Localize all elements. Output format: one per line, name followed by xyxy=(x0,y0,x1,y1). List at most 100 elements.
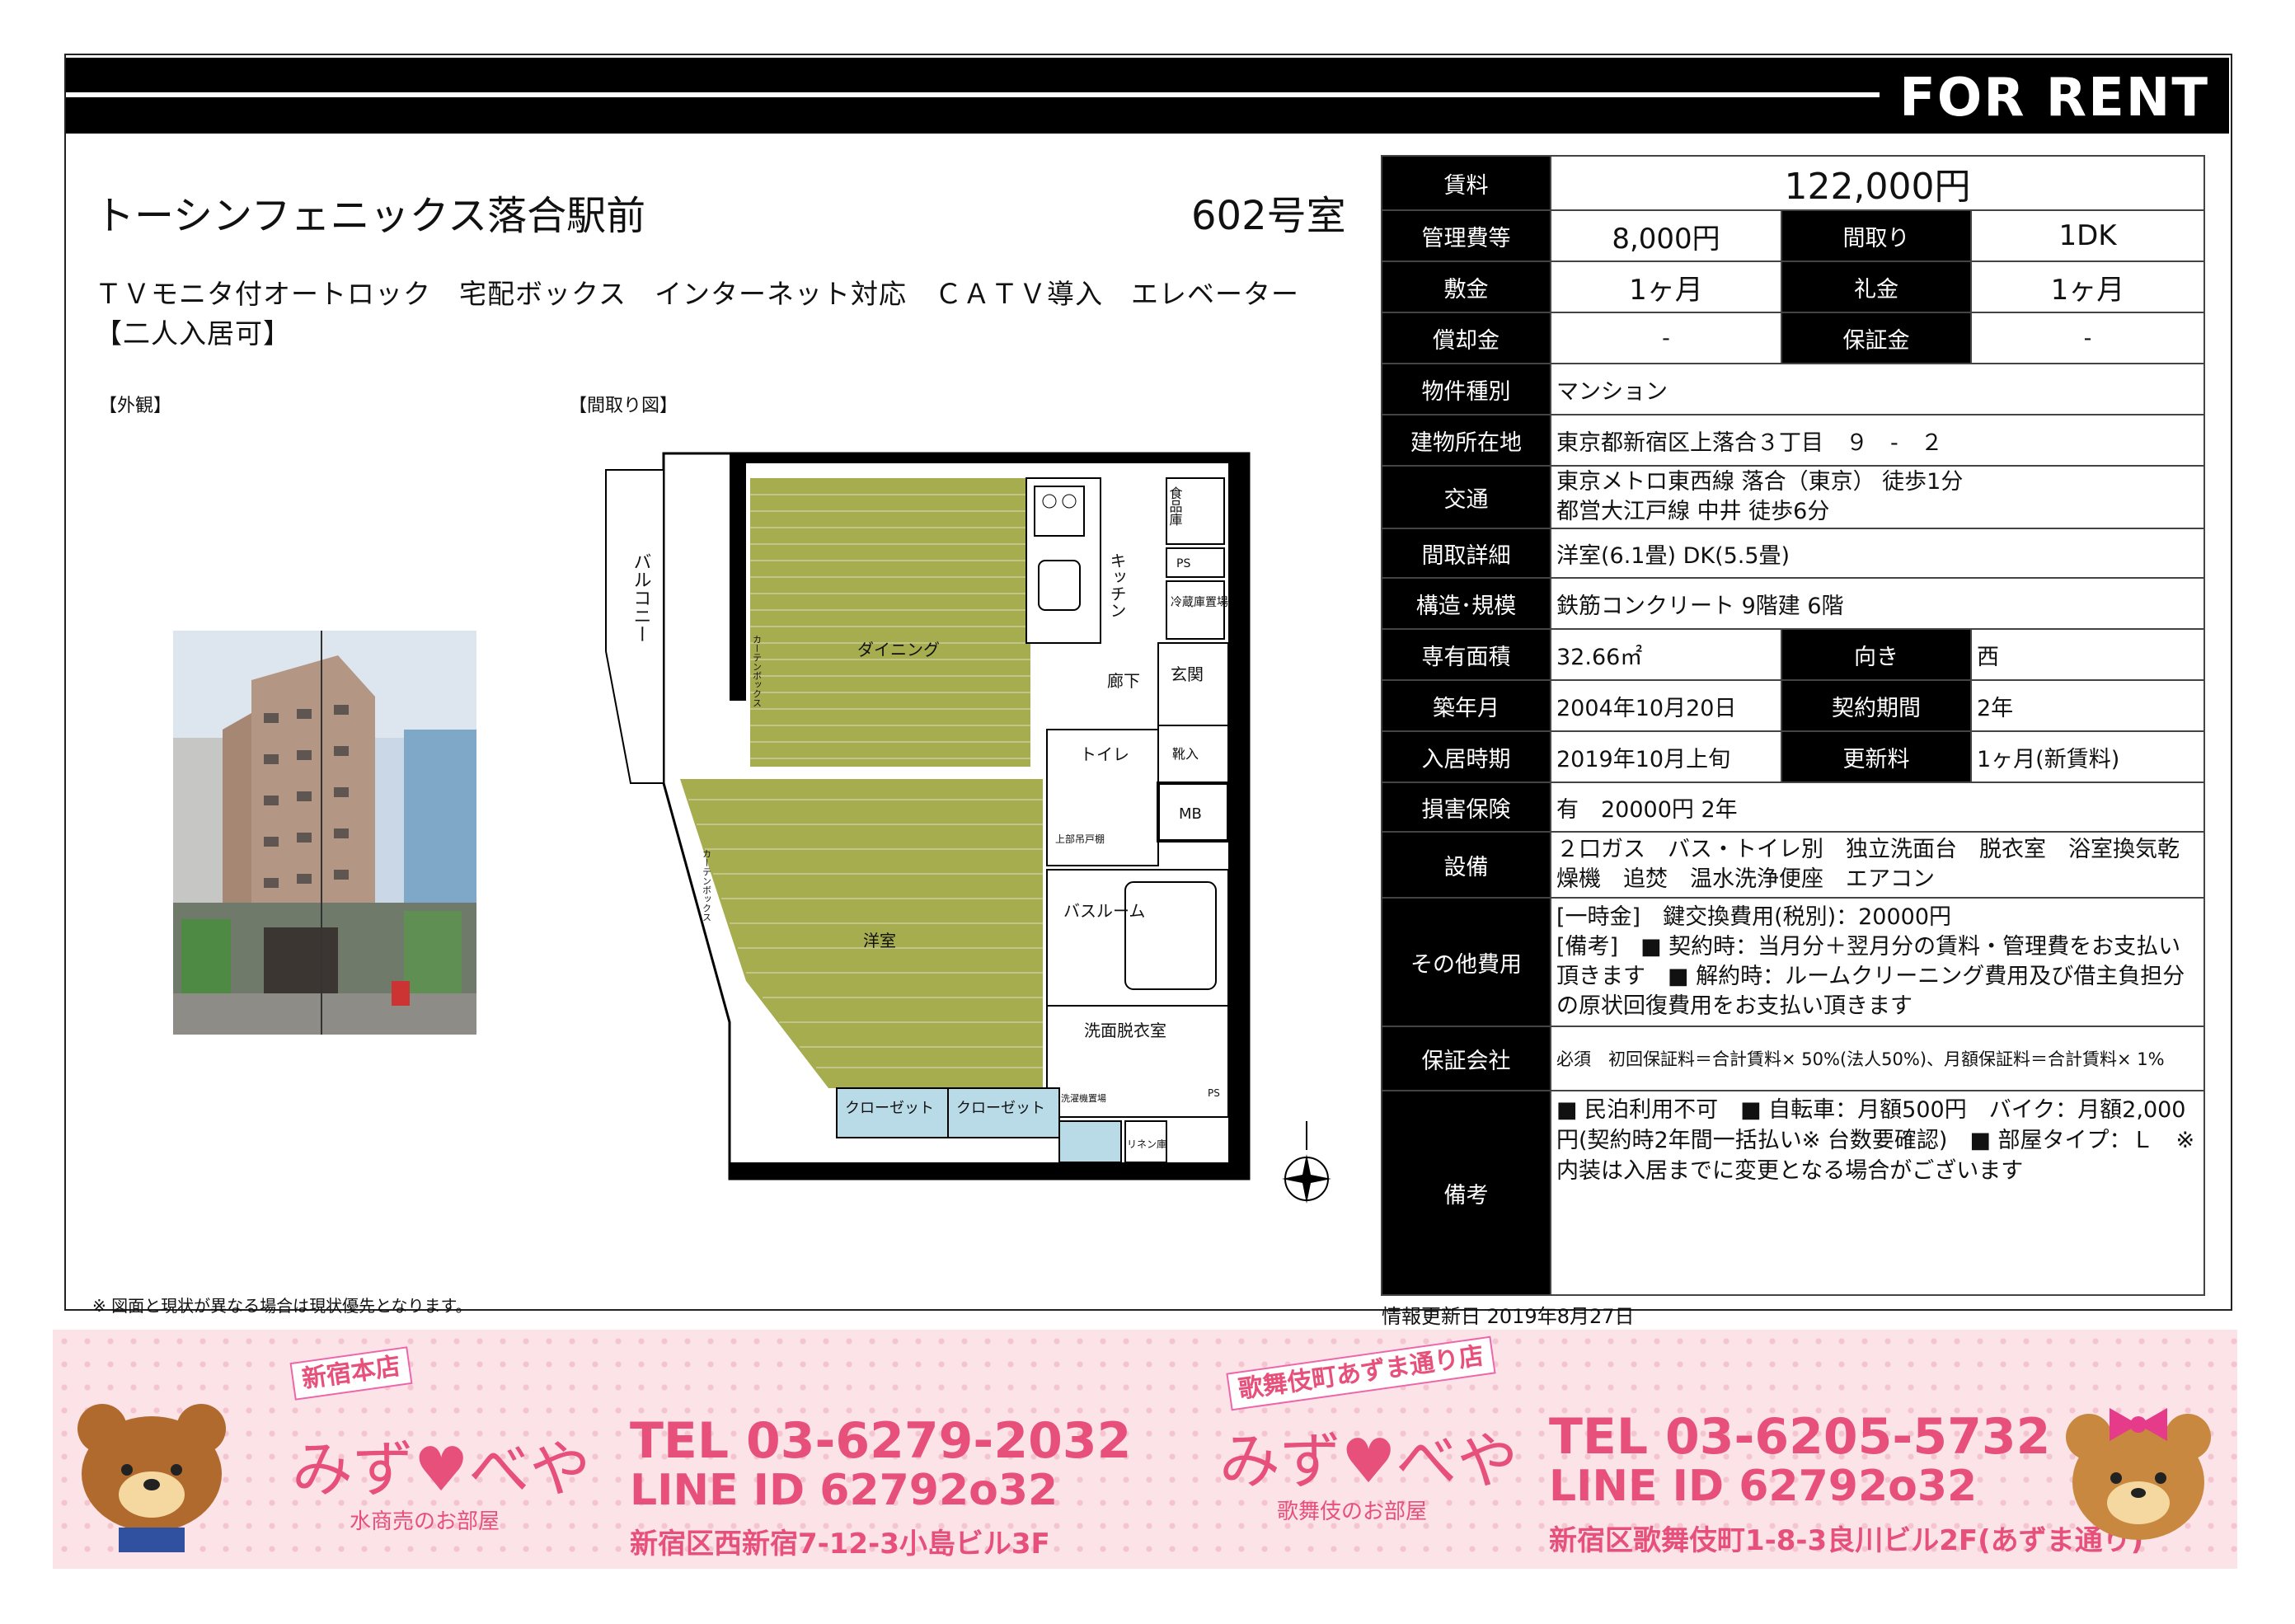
layout-value: 1DK xyxy=(1970,209,2205,262)
insurance-value: 有 20000円 2年 xyxy=(1550,781,2205,833)
amortization-value: - xyxy=(1550,312,1782,364)
structure-label: 構造･規模 xyxy=(1381,577,1551,630)
transit-line-2: 都営大江戸線 中井 徒歩6分 xyxy=(1556,499,1830,524)
mgmt-value: 8,000円 xyxy=(1550,209,1782,262)
features-line-1: ＴＶモニタ付オートロック 宅配ボックス インターネット対応 ＣＡＴＶ導入 エレベ… xyxy=(95,278,1300,310)
movein-label: 入居時期 xyxy=(1381,730,1551,783)
label-entrance: 玄関 xyxy=(1171,664,1204,684)
type-value: マンション xyxy=(1550,363,2205,415)
facing-label: 向き xyxy=(1781,628,1972,681)
shop-1-tag: 新宿本店 xyxy=(289,1346,413,1401)
label-linen: リネン庫 xyxy=(1127,1138,1166,1150)
label-shoes: 靴入 xyxy=(1172,746,1199,762)
other-fees-line-2: [備考] ■ 契約時：当月分＋翌月分の賃料・管理費をお支払い頂きます ■ 解約時… xyxy=(1556,934,2185,1019)
features-line-2: 【二人入居可】 xyxy=(95,317,291,350)
label-pantry: 食品庫 xyxy=(1167,486,1183,526)
disclaimer-note: ※ 図面と現状が異なる場合は現状優先となります。 xyxy=(92,1296,472,1316)
layout-label: 間取り xyxy=(1781,209,1972,262)
amortization-label: 償却金 xyxy=(1381,312,1551,364)
keymoney-value: 1ヶ月 xyxy=(1970,260,2205,313)
guarantee-value: - xyxy=(1970,312,2205,364)
label-upper-cabinet: 上部吊戸棚 xyxy=(1055,833,1105,845)
shop-2-address: 新宿区歌舞伎町1-8-3良川ビル2F(あずま通り) xyxy=(1549,1524,2144,1557)
built-label: 築年月 xyxy=(1381,679,1551,732)
area-value: 32.66㎡ xyxy=(1550,628,1782,681)
shop-2-subtitle: 歌舞伎のお部屋 xyxy=(1277,1500,1428,1524)
header-stripe xyxy=(66,92,1880,97)
shop-1-subtitle: 水商売のお部屋 xyxy=(350,1509,500,1534)
bear-mascot-icon xyxy=(77,1404,226,1552)
label-hall: 廊下 xyxy=(1107,671,1140,691)
equipment-label: 設備 xyxy=(1381,831,1551,899)
mgmt-label: 管理費等 xyxy=(1381,209,1551,262)
rooms-value: 洋室(6.1畳) DK(5.5畳) xyxy=(1550,528,2205,579)
transit-value: 東京メトロ東西線 落合（東京） 徒歩1分 都営大江戸線 中井 徒歩6分 xyxy=(1550,465,2205,529)
label-ps-2: PS xyxy=(1208,1087,1220,1099)
shop-1-address: 新宿区西新宿7-12-3小島ビル3F xyxy=(630,1528,1050,1561)
renewal-value: 1ヶ月(新賃料) xyxy=(1970,730,2205,783)
term-value: 2年 xyxy=(1970,679,2205,732)
shop-1-logo: みず♥べや xyxy=(292,1434,591,1505)
shop-1: 新宿本店 みず♥べや 水商売のお部屋 TEL 03-6279-2032 LINE… xyxy=(53,1330,1145,1569)
features-text: ＴＶモニタ付オートロック 宅配ボックス インターネット対応 ＣＡＴＶ導入 エレベ… xyxy=(95,275,1356,354)
shop-1-line-id: LINE ID 62792o32 xyxy=(630,1466,1058,1515)
label-toilet: トイレ xyxy=(1080,744,1129,764)
shop-2-tag: 歌舞伎町あずま通り店 xyxy=(1226,1335,1496,1411)
shop-2-line-id: LINE ID 62792o32 xyxy=(1549,1462,1978,1511)
shop-2-tel: TEL 03-6205-5732 xyxy=(1549,1408,2051,1466)
remarks-value: ■ 民泊利用不可 ■ 自転車：月額500円 バイク：月額2,000円(契約時2年… xyxy=(1550,1090,2205,1296)
area-label: 専有面積 xyxy=(1381,628,1551,681)
rental-info-table: 賃料 122,000円 管理費等 8,000円 間取り 1DK 敷金 1ヶ月 礼… xyxy=(1381,155,2205,1296)
guarantee-label: 保証金 xyxy=(1781,312,1972,364)
property-title: トーシンフェニックス落合駅前 xyxy=(95,193,646,239)
bear-mascot-bow-icon xyxy=(2066,1408,2211,1540)
label-washroom: 洗面脱衣室 xyxy=(1084,1021,1166,1040)
label-closet-1: クローゼット xyxy=(845,1100,934,1117)
label-bath: バスルーム xyxy=(1063,901,1145,921)
guarantor-value: 必須 初回保証料＝合計賃料× 50%(法人50%)、月額保証料＝合計賃料× 1% xyxy=(1550,1026,2205,1091)
label-mb: MB xyxy=(1179,805,1202,823)
label-curtain-2: カーテンボックス xyxy=(702,849,712,922)
floor-plan: バルコニー ダイニング キッチン 食品庫 PS 冷蔵庫置場 廊下 玄関 靴入 ト… xyxy=(598,437,1340,1204)
equipment-value: ２口ガス バス・トイレ別 独立洗面台 脱衣室 浴室換気乾燥機 追焚 温水洗浄便座… xyxy=(1550,831,2205,899)
other-fees-value: [一時金] 鍵交換費用(税別)：20000円 [備考] ■ 契約時：当月分＋翌月… xyxy=(1550,897,2205,1027)
exterior-photo xyxy=(173,631,476,1035)
transit-line-1: 東京メトロ東西線 落合（東京） 徒歩1分 xyxy=(1556,469,1964,495)
shop-2: 歌舞伎町あずま通り店 みず♥べや 歌舞伎のお部屋 TEL 03-6205-573… xyxy=(1145,1330,2237,1569)
type-label: 物件種別 xyxy=(1381,363,1551,415)
floorplan-caption: 【間取り図】 xyxy=(569,396,678,416)
label-washer: 洗濯機置場 xyxy=(1061,1092,1106,1104)
label-kitchen: キッチン xyxy=(1107,552,1127,618)
label-fridge: 冷蔵庫置場 xyxy=(1171,595,1228,609)
movein-value: 2019年10月上旬 xyxy=(1550,730,1782,783)
shop-2-logo: みず♥べや xyxy=(1219,1426,1518,1497)
shop-1-tel: TEL 03-6279-2032 xyxy=(630,1412,1132,1470)
insurance-label: 損害保険 xyxy=(1381,781,1551,833)
term-label: 契約期間 xyxy=(1781,679,1972,732)
structure-value: 鉄筋コンクリート 9階建 6階 xyxy=(1550,577,2205,630)
for-rent-label: FOR RENT xyxy=(1899,68,2209,129)
deposit-label: 敷金 xyxy=(1381,260,1551,313)
label-western: 洋室 xyxy=(863,931,896,950)
address-label: 建物所在地 xyxy=(1381,414,1551,467)
agency-banner: 新宿本店 みず♥べや 水商売のお部屋 TEL 03-6279-2032 LINE… xyxy=(53,1330,2237,1569)
update-date: 情報更新日 2019年8月27日 xyxy=(1382,1305,1635,1328)
deposit-value: 1ヶ月 xyxy=(1550,260,1782,313)
compass-icon xyxy=(1282,1121,1331,1204)
keymoney-label: 礼金 xyxy=(1781,260,1972,313)
other-fees-line-1: [一時金] 鍵交換費用(税別)：20000円 xyxy=(1556,904,1952,930)
rooms-label: 間取詳細 xyxy=(1381,528,1551,579)
address-value: 東京都新宿区上落合３丁目 ９ - ２ xyxy=(1550,414,2205,467)
label-dining: ダイニング xyxy=(857,640,940,659)
rent-label: 賃料 xyxy=(1381,155,1551,211)
other-fees-label: その他費用 xyxy=(1381,897,1551,1027)
rent-value: 122,000円 xyxy=(1550,155,2205,211)
label-ps-1: PS xyxy=(1176,557,1190,570)
label-curtain-1: カーテンボックス xyxy=(752,635,763,707)
built-value: 2004年10月20日 xyxy=(1550,679,1782,732)
remarks-label: 備考 xyxy=(1381,1090,1551,1296)
label-closet-2: クローゼット xyxy=(956,1100,1045,1117)
guarantor-label: 保証会社 xyxy=(1381,1026,1551,1091)
facing-value: 西 xyxy=(1970,628,2205,681)
exterior-caption: 【外観】 xyxy=(99,396,172,416)
